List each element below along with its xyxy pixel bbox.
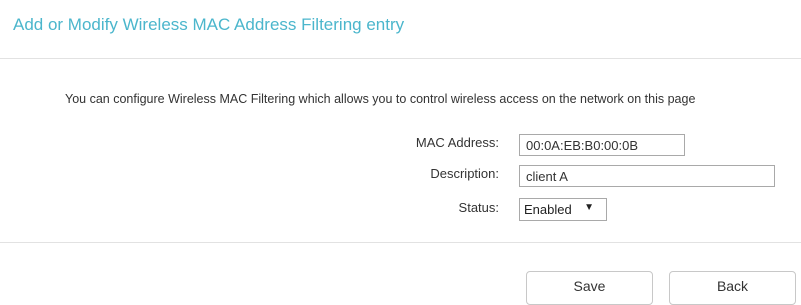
save-button[interactable]: Save bbox=[526, 271, 653, 305]
mac-address-field[interactable] bbox=[519, 134, 685, 156]
footer-divider bbox=[0, 242, 801, 243]
intro-text: You can configure Wireless MAC Filtering… bbox=[65, 92, 696, 106]
page-title: Add or Modify Wireless MAC Address Filte… bbox=[13, 15, 405, 34]
header-divider bbox=[0, 58, 801, 59]
description-label: Description: bbox=[430, 166, 499, 181]
status-label: Status: bbox=[458, 200, 499, 215]
status-select-value: Enabled bbox=[524, 202, 572, 217]
caret-down-icon: ▼ bbox=[584, 202, 594, 213]
mac-address-label: MAC Address: bbox=[415, 135, 499, 150]
status-select[interactable]: Enabled ▼ bbox=[519, 198, 607, 221]
back-button[interactable]: Back bbox=[669, 271, 796, 305]
description-field[interactable] bbox=[519, 165, 775, 187]
